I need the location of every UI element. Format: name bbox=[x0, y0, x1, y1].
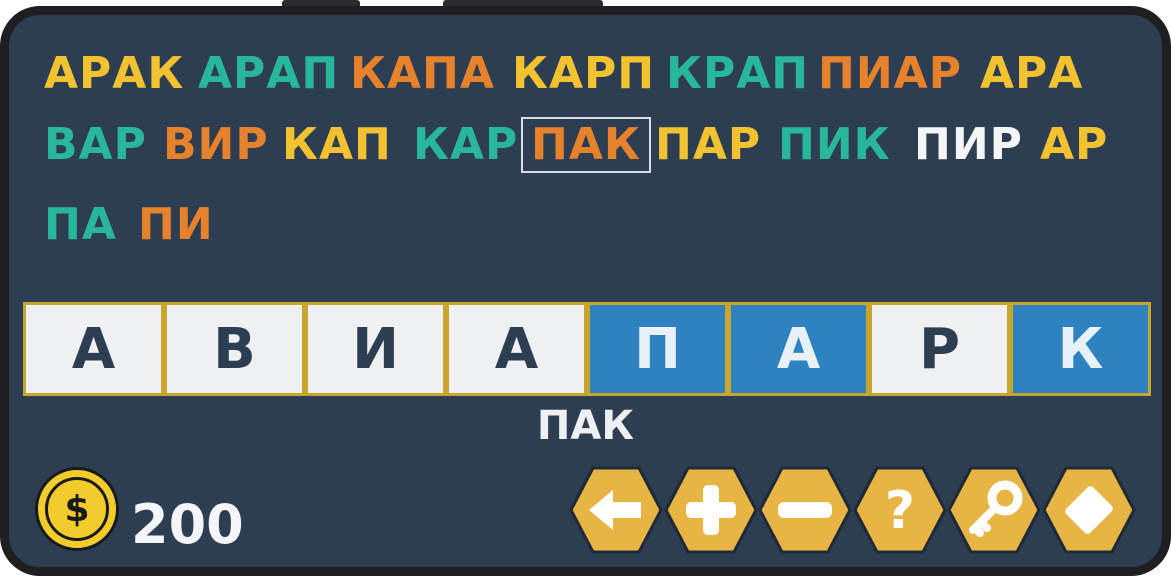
found-word-selected[interactable]: ПАК bbox=[521, 117, 651, 173]
letter-tile[interactable]: К bbox=[1010, 302, 1151, 396]
found-word[interactable]: КАПА bbox=[350, 48, 495, 100]
letter-tile[interactable]: И bbox=[305, 302, 446, 396]
key-button[interactable] bbox=[947, 465, 1041, 555]
found-word[interactable]: ВАР bbox=[44, 119, 147, 171]
dollar-symbol: $ bbox=[45, 477, 109, 541]
minus-icon bbox=[758, 466, 852, 554]
game-screen: АРАК АРАП КАПА КАРП КРАП ПИАР АРА ВАР ВИР КАП КАР П… bbox=[0, 6, 1171, 576]
letter-tile[interactable]: П bbox=[587, 302, 728, 396]
found-word[interactable]: АР bbox=[1040, 119, 1108, 171]
found-word[interactable]: ПИ bbox=[138, 199, 214, 251]
coins-count: 200 bbox=[131, 493, 244, 556]
found-word[interactable]: АРА bbox=[980, 48, 1083, 100]
found-word[interactable]: ПИК bbox=[778, 119, 891, 171]
plus-icon bbox=[664, 466, 757, 554]
found-word[interactable]: КАРП bbox=[512, 48, 655, 100]
eraser-icon bbox=[1042, 466, 1135, 554]
key-icon bbox=[947, 466, 1041, 554]
found-word[interactable]: КАП bbox=[282, 119, 392, 171]
svg-text:?: ? bbox=[884, 481, 914, 541]
zoom-in-button[interactable] bbox=[664, 465, 758, 555]
found-word[interactable]: АРАК bbox=[44, 48, 184, 100]
question-icon: ? bbox=[853, 466, 946, 554]
hint-button[interactable]: ? bbox=[853, 465, 947, 555]
found-word[interactable]: АРАП bbox=[198, 48, 339, 100]
found-word[interactable]: ПИАР bbox=[818, 48, 962, 100]
found-word[interactable]: ВИР bbox=[163, 119, 269, 171]
letter-tile[interactable]: В bbox=[164, 302, 305, 396]
eraser-button[interactable] bbox=[1042, 465, 1136, 555]
back-button[interactable] bbox=[569, 465, 663, 555]
letter-tile[interactable]: Р bbox=[869, 302, 1010, 396]
zoom-out-button[interactable] bbox=[758, 465, 852, 555]
found-word[interactable]: ПИР bbox=[914, 119, 1023, 171]
letter-tile[interactable]: А bbox=[728, 302, 869, 396]
letter-tile[interactable]: А bbox=[23, 302, 164, 396]
control-buttons: ? bbox=[569, 465, 1149, 555]
letter-tiles-row: АВИАПАРК bbox=[23, 302, 1151, 396]
current-word: ПАК bbox=[536, 403, 635, 449]
found-word[interactable]: КАР bbox=[413, 119, 518, 171]
coin-icon: $ bbox=[35, 467, 119, 551]
found-word[interactable]: ПАР bbox=[655, 119, 761, 171]
found-word[interactable]: КРАП bbox=[666, 48, 809, 100]
found-word[interactable]: ПА bbox=[44, 199, 117, 251]
letter-tile[interactable]: А bbox=[446, 302, 587, 396]
found-words-panel: АРАК АРАП КАПА КАРП КРАП ПИАР АРА ВАР ВИР КАП КАР П… bbox=[9, 15, 1162, 295]
arrow-left-icon bbox=[569, 466, 663, 554]
